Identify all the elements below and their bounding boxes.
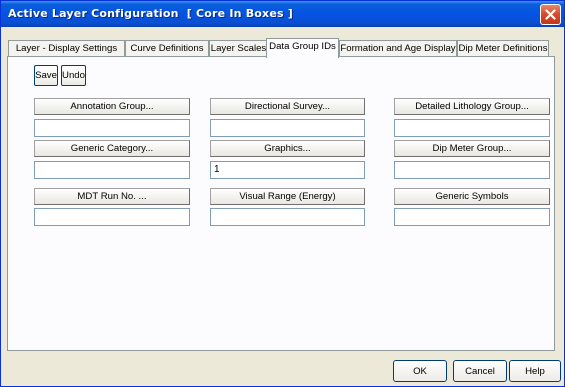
window-title: Active Layer Configuration [ Core In Box…: [8, 7, 294, 20]
graphics-field[interactable]: 1: [210, 161, 365, 179]
detailed-lithology-group-button[interactable]: Detailed Lithology Group...: [394, 98, 550, 115]
dialog-window: Active Layer Configuration [ Core In Box…: [0, 0, 565, 387]
generic-symbols-field[interactable]: [394, 208, 550, 226]
generic-category-button[interactable]: Generic Category...: [34, 140, 190, 157]
directional-survey-button[interactable]: Directional Survey...: [210, 98, 365, 115]
cancel-button[interactable]: Cancel: [453, 360, 507, 382]
generic-symbols-button[interactable]: Generic Symbols: [394, 188, 550, 205]
annotation-group-button[interactable]: Annotation Group...: [34, 98, 190, 115]
mdt-run-no-button[interactable]: MDT Run No. ...: [34, 188, 190, 205]
close-button[interactable]: [540, 4, 561, 25]
visual-range-energy-field[interactable]: [210, 208, 365, 226]
undo-button[interactable]: Undo: [61, 65, 86, 86]
detailed-lithology-group-field[interactable]: [394, 119, 550, 137]
mdt-run-no-field[interactable]: [34, 208, 190, 226]
help-button[interactable]: Help: [509, 360, 561, 382]
visual-range-energy-button[interactable]: Visual Range (Energy): [210, 188, 365, 205]
close-icon: [545, 9, 556, 20]
graphics-button[interactable]: Graphics...: [210, 140, 365, 157]
save-button[interactable]: Save: [34, 65, 58, 86]
ok-button[interactable]: OK: [393, 360, 447, 382]
tab-formation-and-age-display[interactable]: Formation and Age Display: [339, 40, 457, 57]
tab-layer-scales[interactable]: Layer Scales: [209, 40, 268, 57]
dip-meter-group-button[interactable]: Dip Meter Group...: [394, 140, 550, 157]
tab-data-group-ids[interactable]: Data Group IDs: [266, 38, 339, 58]
directional-survey-field[interactable]: [210, 119, 365, 137]
tab-curve-definitions[interactable]: Curve Definitions: [125, 40, 209, 57]
tab-layer-display-settings[interactable]: Layer - Display Settings: [8, 40, 125, 57]
dip-meter-group-field[interactable]: [394, 161, 550, 179]
tab-dip-meter-definitions[interactable]: Dip Meter Definitions: [457, 40, 549, 57]
annotation-group-field[interactable]: [34, 119, 190, 137]
generic-category-field[interactable]: [34, 161, 190, 179]
title-bar[interactable]: Active Layer Configuration [ Core In Box…: [1, 1, 564, 27]
